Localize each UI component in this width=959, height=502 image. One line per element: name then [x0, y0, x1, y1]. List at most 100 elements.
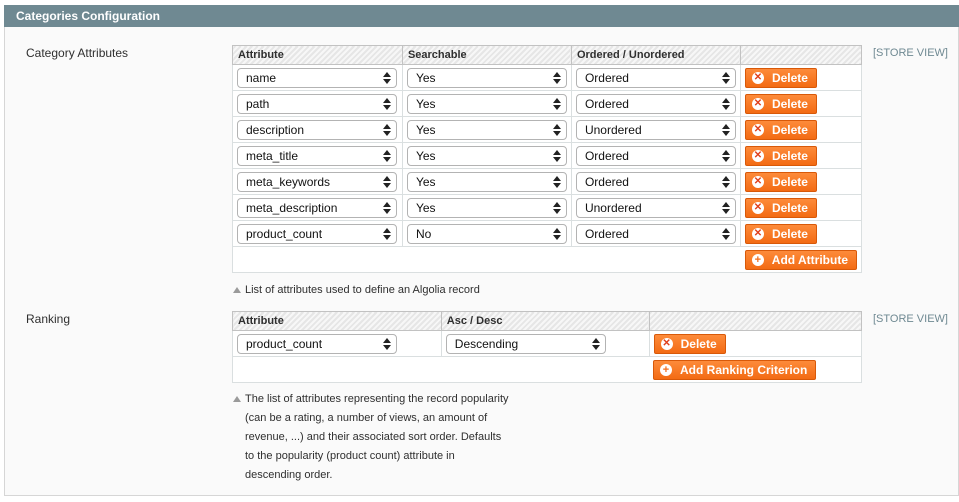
order-select-value: Unordered — [584, 122, 642, 137]
delete-button[interactable]: ✕ Delete — [653, 333, 726, 354]
attribute-select[interactable]: name — [237, 67, 397, 88]
select-arrows-icon — [721, 149, 730, 163]
order-select[interactable]: Unordered — [575, 197, 736, 218]
order-select[interactable]: Unordered — [575, 119, 736, 140]
select-arrows-icon — [383, 337, 391, 351]
searchable-select[interactable]: Yes — [406, 197, 567, 218]
select-arrows-icon — [383, 201, 391, 215]
searchable-select[interactable]: Yes — [406, 145, 567, 166]
order-select[interactable]: Ordered — [575, 67, 736, 88]
ranking-column-header-actions — [648, 311, 863, 331]
attribute-select[interactable]: meta_description — [237, 197, 397, 218]
searchable-select[interactable]: Yes — [406, 119, 567, 140]
delete-button[interactable]: ✕ Delete — [744, 197, 817, 218]
order-select[interactable]: Ordered — [575, 171, 736, 192]
section-header[interactable]: Categories Configuration — [4, 5, 959, 27]
table-cell: Yes — [401, 90, 572, 117]
table-row: meta_description Yes Unordered ✕ Delete — [232, 194, 863, 221]
table-cell: path — [232, 90, 403, 117]
delete-button[interactable]: ✕ Delete — [744, 67, 817, 88]
table-cell: Yes — [401, 168, 572, 195]
ranking-footer: + Add Ranking Criterion — [232, 356, 862, 383]
ranking-note-line: (can be a rating, a number of views, an … — [245, 412, 488, 424]
table-cell: Ordered — [570, 64, 741, 91]
table-cell: Ordered — [570, 142, 741, 169]
table-cell: Yes — [401, 116, 572, 143]
category-attributes-label: Category Attributes — [26, 46, 129, 60]
order-select[interactable]: Ordered — [575, 145, 736, 166]
attribute-select-value: meta_title — [246, 148, 299, 163]
delete-label: Delete — [771, 200, 808, 215]
select-arrows-icon — [383, 97, 391, 111]
table-cell: meta_keywords — [232, 168, 403, 195]
table-cell: name — [232, 64, 403, 91]
column-header-attribute: Attribute — [232, 45, 403, 65]
delete-label: Delete — [771, 122, 808, 137]
add-ranking-criterion-label: Add Ranking Criterion — [680, 362, 808, 377]
direction-select-value: Descending — [454, 336, 519, 351]
order-select[interactable]: Ordered — [575, 93, 736, 114]
column-header-order: Ordered / Unordered — [570, 45, 741, 65]
table-cell: ✕ Delete — [739, 220, 863, 247]
delete-button[interactable]: ✕ Delete — [744, 93, 817, 114]
attribute-select[interactable]: description — [237, 119, 397, 140]
add-ranking-criterion-button[interactable]: + Add Ranking Criterion — [653, 359, 817, 380]
delete-button[interactable]: ✕ Delete — [744, 223, 817, 244]
select-arrows-icon — [721, 71, 730, 85]
add-circle-plus-icon: + — [751, 253, 764, 266]
ranking-attribute-select[interactable]: product_count — [237, 333, 397, 354]
delete-label: Delete — [771, 226, 808, 241]
attribute-select[interactable]: meta_title — [237, 145, 397, 166]
attribute-select-value: path — [246, 96, 270, 111]
attribute-select[interactable]: path — [237, 93, 397, 114]
direction-select[interactable]: Descending — [445, 333, 606, 354]
delete-circle-x-icon: ✕ — [751, 123, 764, 136]
searchable-select-value: Yes — [415, 148, 436, 163]
ranking-column-header-attribute: Attribute — [232, 311, 442, 331]
category-attributes-note-text: List of attributes used to define an Alg… — [245, 284, 480, 296]
select-arrows-icon — [552, 227, 561, 241]
add-attribute-button[interactable]: + Add Attribute — [744, 249, 857, 270]
order-select[interactable]: Ordered — [575, 223, 736, 244]
delete-circle-x-icon: ✕ — [751, 227, 764, 240]
table-cell: meta_description — [232, 194, 403, 221]
searchable-select-value: Yes — [415, 70, 436, 85]
searchable-select[interactable]: No — [406, 223, 567, 244]
searchable-select[interactable]: Yes — [406, 171, 567, 192]
attribute-select[interactable]: product_count — [237, 223, 397, 244]
table-cell: Ordered — [570, 90, 741, 117]
column-header-actions — [739, 45, 863, 65]
attribute-select-value: description — [246, 122, 305, 137]
order-select-value: Ordered — [584, 70, 629, 85]
category-attributes-footer: + Add Attribute — [232, 246, 862, 273]
searchable-select-value: Yes — [415, 96, 436, 111]
order-select-value: Unordered — [584, 200, 642, 215]
table-cell: ✕ Delete — [648, 330, 863, 357]
delete-label: Delete — [771, 70, 808, 85]
select-arrows-icon — [591, 337, 600, 351]
table-cell: ✕ Delete — [739, 142, 863, 169]
table-cell: description — [232, 116, 403, 143]
table-row: name Yes Ordered ✕ Delete — [232, 64, 863, 91]
table-cell: product_count — [232, 220, 403, 247]
table-row: description Yes Unordered ✕ Delete — [232, 116, 863, 143]
order-select-value: Ordered — [584, 174, 629, 189]
delete-circle-x-icon: ✕ — [751, 97, 764, 110]
table-row: path Yes Ordered ✕ Delete — [232, 90, 863, 117]
table-row: product_count Descending ✕ Delete — [232, 330, 863, 357]
add-circle-plus-icon: + — [660, 363, 672, 376]
ranking-table: Attribute Asc / Desc product_count Descen… — [232, 311, 863, 383]
ranking-column-header-direction: Asc / Desc — [440, 311, 650, 331]
searchable-select-value: Yes — [415, 200, 436, 215]
delete-button[interactable]: ✕ Delete — [744, 145, 817, 166]
table-cell: product_count — [232, 330, 442, 357]
category-attributes-note: List of attributes used to define an Alg… — [233, 281, 480, 300]
searchable-select[interactable]: Yes — [406, 67, 567, 88]
searchable-select-value: Yes — [415, 174, 436, 189]
order-select-value: Ordered — [584, 226, 629, 241]
searchable-select[interactable]: Yes — [406, 93, 567, 114]
delete-button[interactable]: ✕ Delete — [744, 171, 817, 192]
attribute-select[interactable]: meta_keywords — [237, 171, 397, 192]
delete-label: Delete — [771, 148, 808, 163]
delete-button[interactable]: ✕ Delete — [744, 119, 817, 140]
